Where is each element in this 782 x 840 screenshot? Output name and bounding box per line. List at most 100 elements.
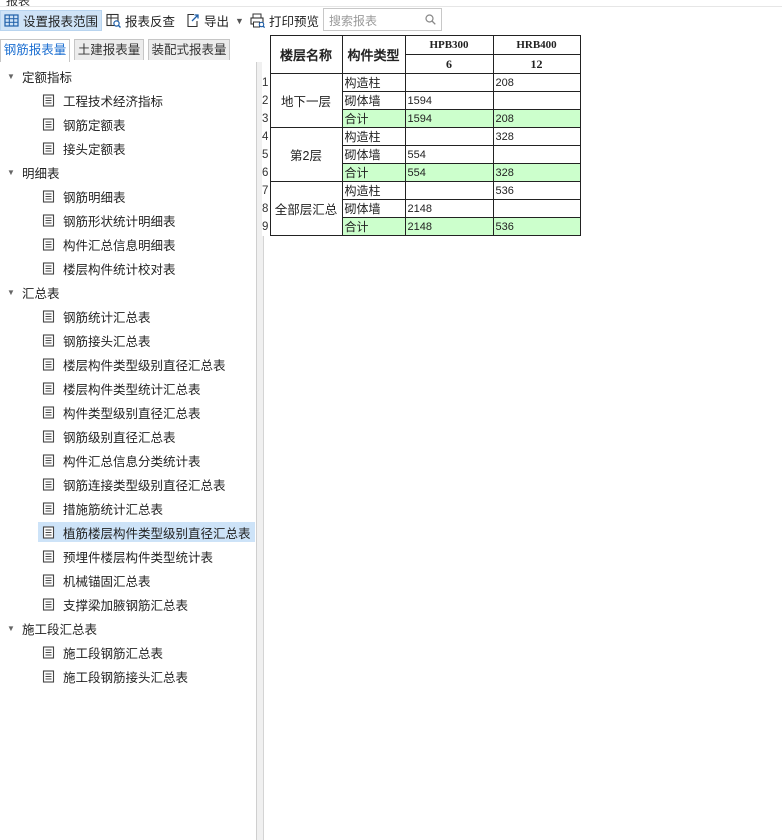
- tree-group[interactable]: ▼ 定额指标: [0, 65, 256, 87]
- value-cell-hrb400: 328: [492, 163, 581, 182]
- tree-group[interactable]: ▼ 明细表: [0, 161, 256, 183]
- reverse-check-button[interactable]: 报表反查: [103, 10, 178, 31]
- header-grade-hrb400: HRB400: [492, 35, 581, 55]
- tree-item-label: 楼层构件类型统计汇总表: [63, 382, 201, 397]
- tree-item[interactable]: 植筋楼层构件类型级别直径汇总表: [38, 522, 255, 542]
- tree-item[interactable]: 钢筋定额表: [38, 114, 130, 134]
- document-icon: [42, 357, 55, 371]
- value-cell-hpb300: 2148: [404, 217, 494, 236]
- report-tree-panel: ▼ 定额指标工程技术经济指标 钢筋定额表接头定额表 ▼ 明细表钢筋明细表钢筋形状统计明细…: [0, 62, 257, 840]
- tree-item[interactable]: 钢筋形状统计明细表: [38, 210, 180, 230]
- set-range-label: 设置报表范围: [23, 15, 99, 29]
- window-title: 报表: [6, 0, 31, 7]
- tree-item[interactable]: 钢筋级别直径汇总表: [38, 426, 180, 446]
- search-box[interactable]: [323, 8, 442, 31]
- tree-item[interactable]: 构件类型级别直径汇总表: [38, 402, 205, 422]
- tree-group-label: 汇总表: [22, 286, 60, 301]
- floor-name-cell: 第2层: [269, 127, 343, 182]
- export-button[interactable]: 导出 ▼: [182, 10, 247, 31]
- row-number: 7: [262, 181, 270, 200]
- tree-item-label: 钢筋级别直径汇总表: [63, 430, 176, 445]
- tree-item-label: 楼层构件统计校对表: [63, 262, 176, 277]
- export-label: 导出: [204, 15, 230, 29]
- tree-item-label: 接头定额表: [63, 142, 126, 157]
- tree-item[interactable]: 楼层构件类型级别直径汇总表: [38, 354, 230, 374]
- document-icon: [42, 525, 55, 539]
- tree-item-label: 措施筋统计汇总表: [63, 502, 164, 517]
- reverse-check-label: 报表反查: [125, 15, 176, 29]
- component-type-cell: 砌体墙: [341, 91, 406, 110]
- tree-item[interactable]: 施工段钢筋汇总表: [38, 642, 167, 662]
- tree-item[interactable]: 钢筋连接类型级别直径汇总表: [38, 474, 230, 494]
- chevron-down-icon[interactable]: ▼: [235, 16, 244, 26]
- document-icon: [42, 453, 55, 467]
- document-icon: [42, 573, 55, 587]
- row-number: 4: [262, 127, 270, 146]
- search-input[interactable]: [327, 10, 426, 31]
- row-number: 3: [262, 109, 270, 128]
- value-cell-hrb400: [492, 199, 581, 218]
- tree-item[interactable]: 构件汇总信息分类统计表: [38, 450, 205, 470]
- tree-item[interactable]: 支撑梁加腋钢筋汇总表: [38, 594, 192, 614]
- document-icon: [42, 237, 55, 251]
- tab-prefab-report[interactable]: 装配式报表量: [148, 39, 230, 60]
- table-row: 1 地下一层 构造柱 208: [262, 73, 581, 128]
- tree-item[interactable]: 楼层构件类型统计汇总表: [38, 378, 205, 398]
- search-icon[interactable]: [425, 14, 436, 25]
- tree-item[interactable]: 措施筋统计汇总表: [38, 498, 167, 518]
- tree-item[interactable]: 预埋件楼层构件类型统计表: [38, 546, 217, 566]
- component-type-cell: 构造柱: [341, 73, 406, 92]
- tree-item[interactable]: 钢筋统计汇总表: [38, 306, 155, 326]
- component-type-cell: 砌体墙: [341, 145, 406, 164]
- tree-item[interactable]: 钢筋明细表: [38, 186, 130, 206]
- value-cell-hrb400: [492, 145, 581, 164]
- value-cell-hpb300: [404, 73, 494, 92]
- tree-item-label: 钢筋接头汇总表: [63, 334, 151, 349]
- tree-item-label: 楼层构件类型级别直径汇总表: [63, 358, 226, 373]
- tree-item[interactable]: 工程技术经济指标: [38, 90, 167, 110]
- tree-group[interactable]: ▼ 汇总表: [0, 281, 256, 303]
- report-table-area: 楼层名称 构件类型 HPB300 HRB400 6 12 1 地下一层 构造柱 208…: [262, 35, 581, 236]
- tree-item-label: 钢筋形状统计明细表: [63, 214, 176, 229]
- document-icon: [42, 429, 55, 443]
- expand-arrow-icon[interactable]: ▼: [7, 288, 15, 297]
- tree-item-label: 构件类型级别直径汇总表: [63, 406, 201, 421]
- value-cell-hpb300: [404, 181, 494, 200]
- component-type-cell: 构造柱: [341, 181, 406, 200]
- value-cell-hpb300: 554: [404, 145, 494, 164]
- component-type-cell: 砌体墙: [341, 199, 406, 218]
- tree-group-label: 施工段汇总表: [22, 622, 98, 637]
- expand-arrow-icon[interactable]: ▼: [7, 624, 15, 633]
- row-number: 5: [262, 145, 270, 164]
- header-component-type: 构件类型: [341, 35, 406, 74]
- tree-item[interactable]: 施工段钢筋接头汇总表: [38, 666, 192, 686]
- tree-item-label: 钢筋定额表: [63, 118, 126, 133]
- tree-item-label: 施工段钢筋接头汇总表: [63, 670, 189, 685]
- table-row: 7 全部层汇总 构造柱 536: [262, 181, 581, 236]
- expand-arrow-icon[interactable]: ▼: [7, 168, 15, 177]
- tree-item[interactable]: 构件汇总信息明细表: [38, 234, 180, 254]
- tree-item-label: 构件汇总信息明细表: [63, 238, 176, 253]
- tree-item[interactable]: 机械锚固汇总表: [38, 570, 155, 590]
- set-range-button[interactable]: 设置报表范围: [0, 10, 103, 31]
- tree-item-label: 工程技术经济指标: [63, 94, 164, 109]
- value-cell-hrb400: 328: [492, 127, 581, 146]
- document-icon: [42, 597, 55, 611]
- tab-rebar-report[interactable]: 钢筋报表量: [0, 39, 70, 62]
- document-icon: [42, 309, 55, 323]
- document-icon: [42, 381, 55, 395]
- tree-item-label: 植筋楼层构件类型级别直径汇总表: [63, 526, 251, 541]
- value-cell-hpb300: 1594: [404, 91, 494, 110]
- tab-civil-report[interactable]: 土建报表量: [74, 39, 144, 60]
- tree-group-label: 定额指标: [22, 70, 73, 85]
- tree-item[interactable]: 钢筋接头汇总表: [38, 330, 155, 350]
- expand-arrow-icon[interactable]: ▼: [7, 72, 15, 81]
- print-preview-button[interactable]: 打印预览: [247, 10, 322, 31]
- toolbar: 设置报表范围 报表反查 导出 ▼ 打印预览: [0, 7, 782, 34]
- document-icon: [42, 117, 55, 131]
- value-cell-hrb400: [492, 91, 581, 110]
- tree-item[interactable]: 接头定额表: [38, 138, 130, 158]
- tree-group[interactable]: ▼ 施工段汇总表: [0, 617, 256, 639]
- tree-item[interactable]: 楼层构件统计校对表: [38, 258, 180, 278]
- floor-name-cell: 全部层汇总: [269, 181, 343, 236]
